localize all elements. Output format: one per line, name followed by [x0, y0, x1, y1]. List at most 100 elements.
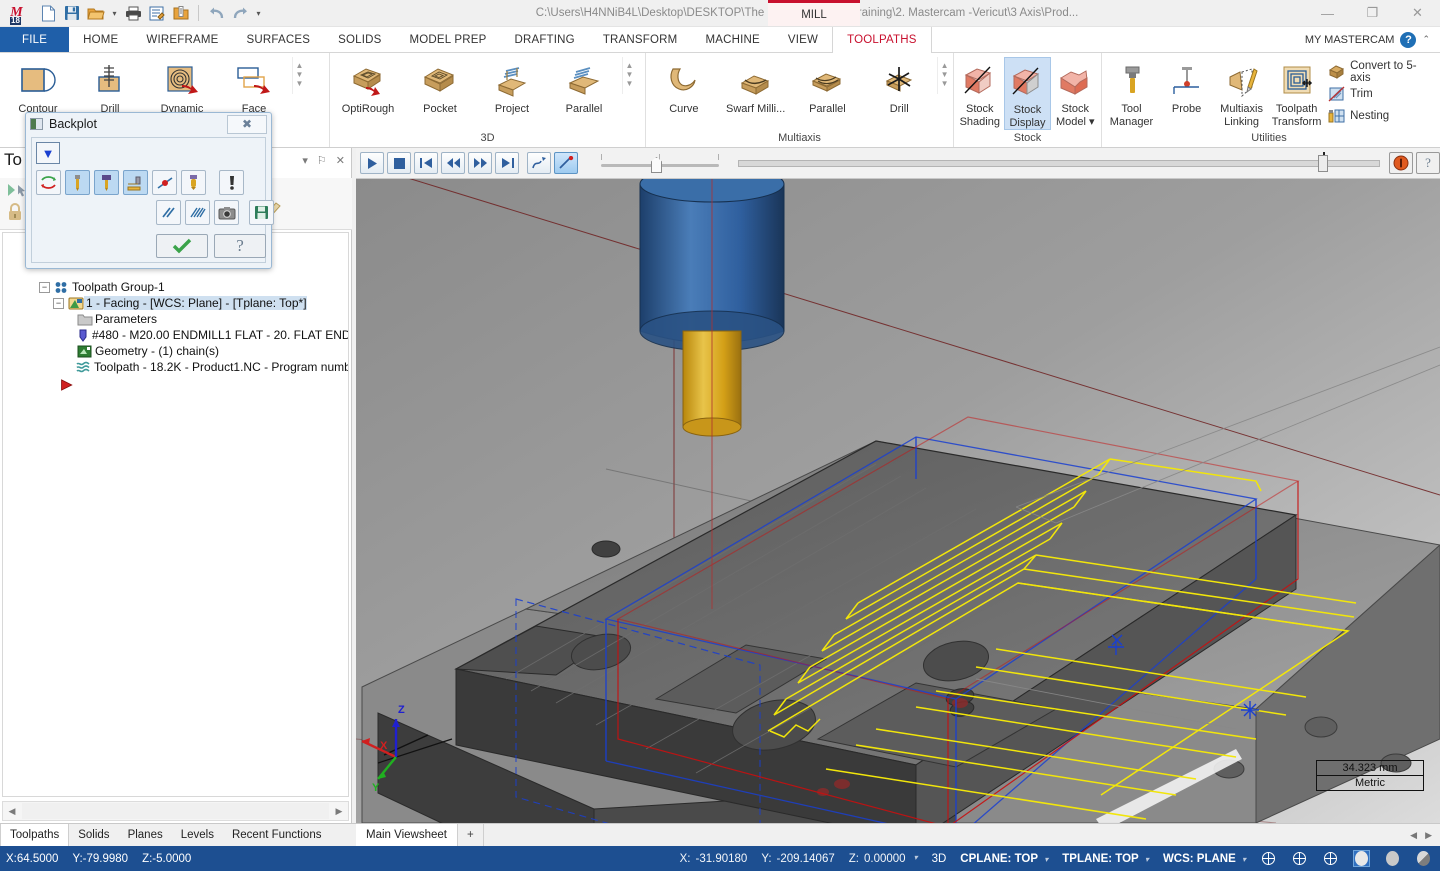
ribbon-button-project[interactable]: Project	[476, 57, 548, 115]
go-to-end-button[interactable]	[495, 152, 519, 174]
scroll-left-icon[interactable]: ◀	[3, 806, 21, 817]
step-forward-button[interactable]	[468, 152, 492, 174]
pick-point-button[interactable]	[554, 152, 578, 174]
add-viewsheet-button[interactable]: +	[457, 824, 484, 846]
tree-row-toolpath[interactable]: Toolpath - 18.2K - Product1.NC - Program…	[3, 359, 348, 375]
tab-solids[interactable]: SOLIDS	[324, 27, 395, 52]
verify-info-icon[interactable]	[219, 170, 244, 195]
ribbon-button-face[interactable]: Face	[218, 57, 290, 115]
panel-tab-recent-functions[interactable]: Recent Functions	[223, 824, 331, 846]
new-file-icon[interactable]	[37, 2, 59, 24]
ribbon-button-multiaxis-drill[interactable]: Drill	[863, 57, 935, 115]
backplot-ok-button[interactable]	[156, 234, 208, 258]
ribbon-button-contour[interactable]: Contour	[2, 57, 74, 115]
ribbon-button-pocket[interactable]: Pocket	[404, 57, 476, 115]
scroll-expand-icon[interactable]: ▼	[296, 79, 304, 88]
undo-icon[interactable]	[205, 2, 227, 24]
toolpath-tree[interactable]: − − Toolpath Group-1 − 1 - Facing - [WCS…	[2, 232, 349, 797]
backplot-help-button[interactable]: ?	[214, 234, 266, 258]
panel-pin-button[interactable]: ⚐	[317, 154, 327, 167]
endpoints-icon[interactable]	[152, 170, 177, 195]
panel-tab-levels[interactable]: Levels	[172, 824, 223, 846]
viewsheet-next-icon[interactable]: ▶	[1425, 830, 1432, 841]
scroll-up-icon[interactable]: ▲	[626, 61, 634, 70]
status-cplane-dropdown-icon[interactable]: ▾	[1044, 855, 1048, 864]
tab-surfaces[interactable]: SURFACES	[232, 27, 324, 52]
ribbon-button-convert-5axis[interactable]: Convert to 5-axis	[1328, 60, 1428, 84]
viewsheet-tab-main[interactable]: Main Viewsheet	[356, 824, 458, 846]
status-wcs[interactable]: WCS: PLANE ▾	[1163, 853, 1246, 865]
status-tplane[interactable]: TPLANE: TOP ▾	[1062, 853, 1149, 865]
edit-icon[interactable]	[146, 2, 168, 24]
ribbon-button-stock-display[interactable]: Stock Display	[1003, 57, 1052, 130]
ribbon-button-probe[interactable]: Probe	[1159, 57, 1214, 116]
tab-file[interactable]: FILE	[0, 27, 70, 52]
ribbon-button-optirough[interactable]: OptiRough	[332, 57, 404, 115]
close-button[interactable]: ✕	[1395, 0, 1440, 26]
open-dropdown-caret-icon[interactable]: ▾	[109, 2, 120, 24]
capture-image-icon[interactable]	[214, 200, 239, 225]
display-rapid-moves-icon[interactable]	[123, 170, 148, 195]
ribbon-button-multiaxis-linking[interactable]: Multiaxis Linking	[1214, 57, 1269, 128]
save-backplot-icon[interactable]	[249, 200, 274, 225]
tab-wireframe[interactable]: WIREFRAME	[132, 27, 232, 52]
scroll-expand-icon[interactable]: ▼	[941, 79, 949, 88]
lock-icon[interactable]	[6, 202, 24, 222]
tab-drafting[interactable]: DRAFTING	[500, 27, 588, 52]
toolpath-display-button[interactable]	[527, 152, 551, 174]
graphics-viewport[interactable]: Z X Y 34.323 mm Metric	[356, 179, 1440, 823]
ribbon-button-nesting[interactable]: Nesting	[1328, 106, 1428, 126]
scroll-up-icon[interactable]: ▲	[296, 61, 304, 70]
status-cplane[interactable]: CPLANE: TOP ▾	[960, 853, 1048, 865]
help-button[interactable]: ?	[1416, 152, 1440, 174]
tab-toolpaths[interactable]: TOOLPATHS	[832, 27, 932, 53]
play-button[interactable]	[360, 152, 384, 174]
tree-expander-icon[interactable]: −	[53, 297, 64, 309]
scroll-down-icon[interactable]: ▼	[941, 70, 949, 79]
ribbon-button-dynamic[interactable]: Dynamic	[146, 57, 218, 115]
ribbon-button-tool-manager[interactable]: Tool Manager	[1104, 57, 1159, 128]
step-back-button[interactable]	[441, 152, 465, 174]
quick-verify-icon[interactable]	[156, 200, 181, 225]
ribbon-button-curve[interactable]: Curve	[648, 57, 720, 115]
playback-speed-slider[interactable]	[601, 152, 719, 174]
report-icon[interactable]	[170, 2, 192, 24]
minimize-button[interactable]: —	[1305, 0, 1350, 26]
redo-icon[interactable]	[229, 2, 251, 24]
panel-dropdown-button[interactable]: ▾	[302, 154, 308, 167]
scroll-expand-icon[interactable]: ▼	[626, 79, 634, 88]
backplot-dialog[interactable]: Backplot ✖ ▼ ?	[25, 112, 274, 269]
ribbon-button-parallel[interactable]: Parallel	[548, 57, 620, 115]
tree-row-insert-arrow[interactable]	[3, 375, 348, 395]
ribbon-button-swarf-milling[interactable]: Swarf Milli...	[720, 57, 792, 115]
tree-row-tool[interactable]: #480 - M20.00 ENDMILL1 FLAT - 20. FLAT E…	[3, 327, 348, 343]
panel-tab-solids[interactable]: Solids	[69, 824, 118, 846]
stop-button[interactable]	[387, 152, 411, 174]
panel-tab-planes[interactable]: Planes	[119, 824, 172, 846]
panel-close-button[interactable]: ✕	[336, 154, 345, 167]
wireframe-view-icon[interactable]	[1384, 850, 1401, 867]
help-icon[interactable]: ?	[1400, 31, 1417, 48]
backplot-expander-button[interactable]: ▼	[36, 142, 60, 164]
tree-row-geometry[interactable]: Geometry - (1) chain(s)	[3, 343, 348, 359]
globe-alt-icon[interactable]	[1291, 850, 1308, 867]
tab-machine[interactable]: MACHINE	[691, 27, 773, 52]
tab-model-prep[interactable]: MODEL PREP	[395, 27, 500, 52]
status-view-mode[interactable]: 3D	[932, 853, 947, 865]
shaded-view-icon[interactable]	[1353, 850, 1370, 867]
scroll-right-icon[interactable]: ▶	[330, 806, 348, 817]
scroll-up-icon[interactable]: ▲	[941, 61, 949, 70]
tab-home[interactable]: HOME	[69, 27, 132, 52]
toggle-display-icon[interactable]	[36, 170, 61, 195]
globe-half-icon[interactable]	[1322, 850, 1339, 867]
stop-alert-button[interactable]	[1389, 152, 1413, 174]
scroll-down-icon[interactable]: ▼	[296, 70, 304, 79]
tree-row-toolpath-group[interactable]: − Toolpath Group-1	[3, 279, 348, 295]
save-icon[interactable]	[61, 2, 83, 24]
hidden-line-view-icon[interactable]	[1415, 850, 1432, 867]
group-2d-scroller[interactable]: ▲ ▼ ▼	[292, 57, 306, 94]
panel-horizontal-scrollbar[interactable]: ◀ ▶	[2, 801, 349, 821]
ribbon-button-stock-shading[interactable]: Stock Shading	[956, 57, 1004, 128]
display-holder-icon[interactable]	[94, 170, 119, 195]
panel-tab-toolpaths[interactable]: Toolpaths	[0, 824, 70, 846]
